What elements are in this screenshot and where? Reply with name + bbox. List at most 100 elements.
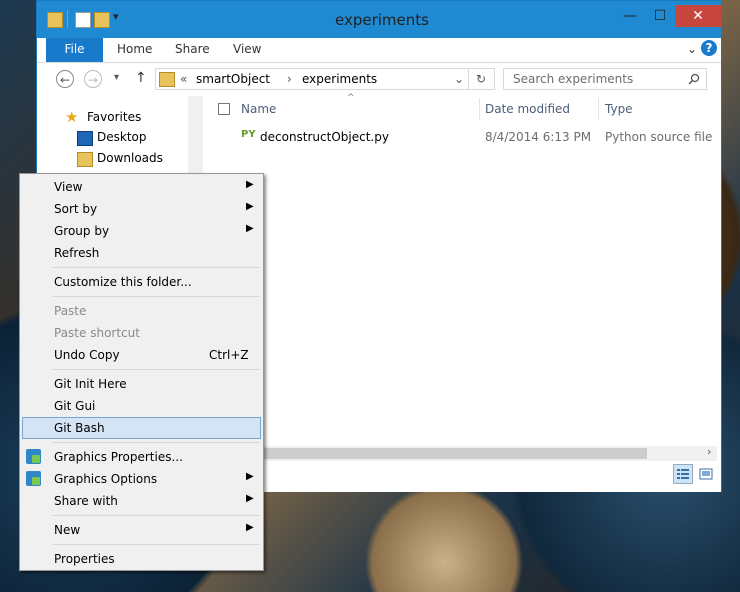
divider — [468, 69, 469, 89]
downloads-folder-icon — [77, 152, 93, 167]
menu-item-share-with[interactable]: Share with ▶ — [22, 490, 261, 512]
back-button[interactable]: ← — [56, 70, 74, 88]
forward-button[interactable]: → — [84, 70, 102, 88]
menu-item-label: New — [54, 523, 81, 537]
menu-item-label: Graphics Options — [54, 472, 158, 486]
window-title: experiments — [335, 11, 429, 29]
python-file-icon: PY — [241, 129, 256, 140]
navigation-bar: ← → ▾ ↑ « smartObject › experiments ⌄ ↻ … — [37, 62, 721, 97]
column-header-date-modified[interactable]: Date modified — [485, 96, 595, 122]
ribbon-tabs: File Home Share View ⌄ ? — [37, 38, 721, 62]
menu-item-properties[interactable]: Properties — [22, 548, 261, 570]
file-name: deconstructObject.py — [260, 130, 389, 144]
nav-item-label: Favorites — [87, 110, 142, 124]
recent-locations-icon[interactable]: ▾ — [114, 72, 119, 83]
column-divider[interactable] — [479, 98, 480, 120]
menu-item-git-bash[interactable]: Git Bash — [22, 417, 261, 439]
column-header-name[interactable]: Name — [241, 96, 481, 122]
menu-item-label: Properties — [54, 552, 115, 566]
large-icons-view-button[interactable] — [696, 464, 716, 484]
divider — [67, 10, 68, 28]
properties-icon[interactable] — [75, 12, 91, 28]
expand-ribbon-icon[interactable]: ⌄ — [687, 42, 697, 56]
menu-item-graphics-options[interactable]: Graphics Options ▶ — [22, 468, 261, 490]
file-date-modified: 8/4/2014 6:13 PM — [485, 130, 592, 144]
column-header-type[interactable]: Type — [605, 96, 715, 122]
menu-item-sort-by[interactable]: Sort by ▶ — [22, 198, 261, 220]
nav-item-downloads[interactable]: Downloads — [37, 149, 187, 169]
maximize-button[interactable]: ☐ — [645, 5, 675, 27]
new-folder-icon[interactable] — [94, 12, 110, 28]
menu-item-customize-folder[interactable]: Customize this folder... — [22, 271, 261, 293]
menu-item-label: Undo Copy — [54, 348, 120, 362]
address-dropdown-icon[interactable]: ⌄ — [454, 72, 464, 86]
nav-item-desktop[interactable]: Desktop — [37, 128, 187, 148]
menu-item-group-by[interactable]: Group by ▶ — [22, 220, 261, 242]
submenu-arrow-icon: ▶ — [246, 201, 254, 212]
menu-item-label: Group by — [54, 224, 110, 238]
menu-item-graphics-properties[interactable]: Graphics Properties... — [22, 446, 261, 468]
intel-graphics-icon — [26, 449, 41, 464]
menu-item-refresh[interactable]: Refresh — [22, 242, 261, 264]
refresh-icon[interactable]: ↻ — [476, 72, 486, 86]
menu-item-paste-shortcut[interactable]: Paste shortcut — [22, 322, 261, 344]
menu-item-label: View — [54, 180, 83, 194]
customize-qat-icon[interactable]: ▾ — [113, 10, 119, 23]
breadcrumb-overflow-icon[interactable]: « — [180, 72, 187, 86]
star-icon: ★ — [65, 108, 79, 126]
scrollbar-thumb[interactable] — [207, 448, 647, 459]
folder-icon — [159, 72, 175, 87]
search-icon[interactable] — [688, 73, 700, 85]
menu-item-undo-copy[interactable]: Undo Copy Ctrl+Z — [22, 344, 261, 366]
context-menu: View ▶ Sort by ▶ Group by ▶ Refresh Cust… — [19, 173, 264, 571]
details-view-icon — [677, 469, 689, 479]
scroll-right-icon[interactable]: › — [707, 445, 711, 458]
menu-item-shortcut: Ctrl+Z — [209, 348, 249, 362]
table-row[interactable]: PY deconstructObject.py 8/4/2014 6:13 PM… — [235, 126, 719, 148]
search-box[interactable]: Search experiments — [503, 68, 707, 90]
submenu-arrow-icon: ▶ — [246, 471, 254, 482]
search-input[interactable]: Search experiments — [513, 72, 633, 86]
large-icons-view-icon — [699, 468, 713, 480]
tab-share[interactable]: Share — [175, 38, 210, 62]
breadcrumb-smartobject[interactable]: smartObject — [196, 72, 270, 86]
menu-item-label: Git Init Here — [54, 377, 127, 391]
menu-separator — [52, 296, 260, 297]
submenu-arrow-icon: ▶ — [246, 223, 254, 234]
address-bar[interactable]: « smartObject › experiments ⌄ ↻ — [155, 68, 495, 90]
minimize-button[interactable]: — — [615, 5, 645, 27]
menu-item-label: Graphics Properties... — [54, 450, 183, 464]
nav-item-label: Desktop — [97, 130, 147, 144]
menu-item-label: Share with — [54, 494, 118, 508]
tab-view[interactable]: View — [233, 38, 261, 62]
details-view-button[interactable] — [673, 464, 693, 484]
breadcrumb-separator-icon[interactable]: › — [287, 72, 292, 86]
help-icon[interactable]: ? — [701, 40, 717, 56]
close-button[interactable]: ✕ — [675, 5, 721, 27]
menu-item-new[interactable]: New ▶ — [22, 519, 261, 541]
title-bar[interactable]: ▾ experiments — ☐ ✕ — [37, 1, 721, 38]
file-type: Python source file — [605, 130, 713, 144]
menu-item-paste[interactable]: Paste — [22, 300, 261, 322]
menu-item-label: Paste shortcut — [54, 326, 140, 340]
select-all-checkbox[interactable] — [218, 103, 230, 115]
up-button[interactable]: ↑ — [135, 70, 147, 86]
menu-item-label: Refresh — [54, 246, 100, 260]
tab-file[interactable]: File — [46, 38, 103, 62]
menu-separator — [52, 544, 260, 545]
submenu-arrow-icon: ▶ — [246, 179, 254, 190]
intel-graphics-icon — [26, 471, 41, 486]
menu-item-git-init-here[interactable]: Git Init Here — [22, 373, 261, 395]
nav-item-favorites[interactable]: ★ Favorites — [37, 108, 187, 128]
menu-separator — [52, 442, 260, 443]
menu-item-view[interactable]: View ▶ — [22, 176, 261, 198]
menu-item-label: Sort by — [54, 202, 98, 216]
menu-item-git-gui[interactable]: Git Gui — [22, 395, 261, 417]
tab-home[interactable]: Home — [117, 38, 152, 62]
submenu-arrow-icon: ▶ — [246, 522, 254, 533]
menu-item-label: Paste — [54, 304, 87, 318]
horizontal-scrollbar[interactable]: › — [207, 445, 717, 461]
breadcrumb-experiments[interactable]: experiments — [302, 72, 377, 86]
submenu-arrow-icon: ▶ — [246, 493, 254, 504]
column-divider[interactable] — [598, 98, 599, 120]
